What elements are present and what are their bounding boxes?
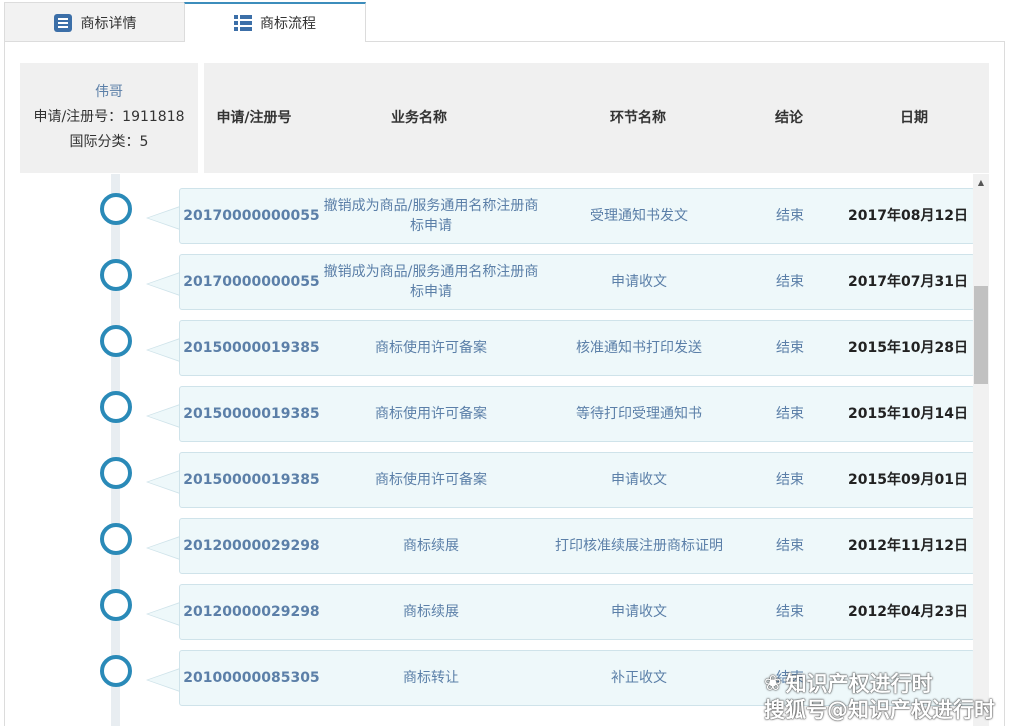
record-reg-no: 20170000000055 [183,208,320,224]
table-row: 20120000029298 商标续展 申请收文 结束 2012年04月23日 [20,584,989,640]
record-business: 商标转让 [403,670,459,686]
timeline-node-icon [100,655,132,687]
record-business: 商标续展 [403,604,459,620]
record-business: 撤销成为商品/服务通用名称注册商标申请 [323,198,539,234]
column-header-result: 结论 [775,110,803,126]
card-pointer [148,669,180,691]
record-result: 结束 [776,472,804,488]
tab-label: 商标流程 [260,16,316,32]
timeline-node-icon [100,259,132,291]
record-step: 受理通知书发文 [590,208,688,224]
card-pointer [148,273,180,295]
table-row: 20120000029298 商标续展 打印核准续展注册商标证明 结束 2012年11月… [20,518,989,574]
record-reg-no: 20170000000055 [183,274,320,290]
scrollbar-thumb[interactable] [974,286,988,384]
record-date: 2015年10月28日 [848,340,968,356]
record-reg-no: 20150000019385 [183,340,320,356]
flow-record-card[interactable]: 20150000019385 商标使用许可备案 核准通知书打印发送 结束 2015年10… [179,320,975,376]
timeline-node-icon [100,589,132,621]
flow-record-card[interactable]: 20120000029298 商标续展 打印核准续展注册商标证明 结束 2012年11月… [179,518,975,574]
trademark-info-box: 伟哥 申请/注册号：1911818 国际分类：5 [20,63,198,173]
record-step: 申请收文 [611,274,667,290]
record-date: 2015年09月01日 [848,472,968,488]
record-business: 商标使用许可备案 [375,340,487,356]
column-header-business: 业务名称 [391,110,447,126]
timeline-node-icon [100,325,132,357]
flow-record-card[interactable]: 20150000019385 商标使用许可备案 等待打印受理通知书 结束 2015年10… [179,386,975,442]
tab-trademark-flow[interactable]: 商标流程 [184,2,366,42]
record-reg-no: 20150000019385 [183,472,320,488]
table-header: 申请/注册号 业务名称 环节名称 结论 日期 [204,63,989,173]
table-row: 20150000019385 商标使用许可备案 核准通知书打印发送 结束 2015年10… [20,320,989,376]
card-pointer [148,207,180,229]
record-date: 2017年08月12日 [848,208,968,224]
tab-label: 商标详情 [80,15,137,32]
timeline-node-icon [100,193,132,225]
record-date: 2012年11月12日 [848,538,968,554]
record-date: 2015年10月14日 [848,406,968,422]
record-step: 打印核准续展注册商标证明 [555,538,723,554]
record-date: 2012年04月23日 [848,604,968,620]
record-business: 撤销成为商品/服务通用名称注册商标申请 [323,264,539,300]
record-business: 商标使用许可备案 [375,472,487,488]
flow-record-card[interactable]: 20120000029298 商标续展 申请收文 结束 2012年04月23日 [179,584,975,640]
table-row: 20150000019385 商标使用许可备案 等待打印受理通知书 结束 2015年10… [20,386,989,442]
card-pointer [148,405,180,427]
card-pointer [148,471,180,493]
vertical-scrollbar[interactable]: ▲ [973,174,989,726]
card-pointer [148,339,180,361]
registration-number: 申请/注册号：1911818 [33,109,185,125]
scroll-up-arrow-icon[interactable]: ▲ [973,174,989,190]
card-pointer [148,603,180,625]
watermark-line-2: 搜狐号@知识产权进行时 [764,698,995,722]
record-business: 商标续展 [403,538,459,554]
list-detail-icon [53,13,72,32]
record-reg-no: 20150000019385 [183,406,320,422]
table-row: 20170000000055 撤销成为商品/服务通用名称注册商标申请 申请收文 结束 2… [20,254,989,310]
table-row: 20170000000055 撤销成为商品/服务通用名称注册商标申请 受理通知书发文… [20,188,989,244]
record-step: 申请收文 [611,604,667,620]
tab-trademark-details[interactable]: 商标详情 [4,2,185,42]
wechat-icon: ❀ [764,671,782,695]
record-step: 申请收文 [611,472,667,488]
record-result: 结束 [776,406,804,422]
record-reg-no: 20120000029298 [183,538,320,554]
table-row: 20150000019385 商标使用许可备案 申请收文 结束 2015年09月01日 [20,452,989,508]
record-step: 核准通知书打印发送 [576,340,702,356]
record-result: 结束 [776,208,804,224]
card-pointer [148,537,180,559]
column-header-date: 日期 [900,110,928,126]
record-business: 商标使用许可备案 [375,406,487,422]
tab-bar: 商标详情 商标流程 [0,0,1009,42]
timeline-node-icon [100,457,132,489]
column-header-reg-no: 申请/注册号 [216,110,292,126]
international-class: 国际分类：5 [69,134,149,150]
record-reg-no: 20120000029298 [183,604,320,620]
flow-record-card[interactable]: 20170000000055 撤销成为商品/服务通用名称注册商标申请 受理通知书发文… [179,188,975,244]
record-result: 结束 [776,604,804,620]
record-step: 补正收文 [611,670,667,686]
list-flow-icon [234,15,252,31]
timeline-node-icon [100,523,132,555]
column-header-step: 环节名称 [610,110,666,126]
record-result: 结束 [776,274,804,290]
timeline-node-icon [100,391,132,423]
owner-name: 伟哥 [95,84,123,100]
record-result: 结束 [776,340,804,356]
record-date: 2017年07月31日 [848,274,968,290]
timeline-list[interactable]: 20170000000055 撤销成为商品/服务通用名称注册商标申请 受理通知书发文… [20,174,989,726]
flow-record-card[interactable]: 20150000019385 商标使用许可备案 申请收文 结束 2015年09月01日 [179,452,975,508]
record-step: 等待打印受理通知书 [576,406,702,422]
record-reg-no: 20100000085305 [183,670,320,686]
record-result: 结束 [776,538,804,554]
flow-record-card[interactable]: 20170000000055 撤销成为商品/服务通用名称注册商标申请 申请收文 结束 2… [179,254,975,310]
